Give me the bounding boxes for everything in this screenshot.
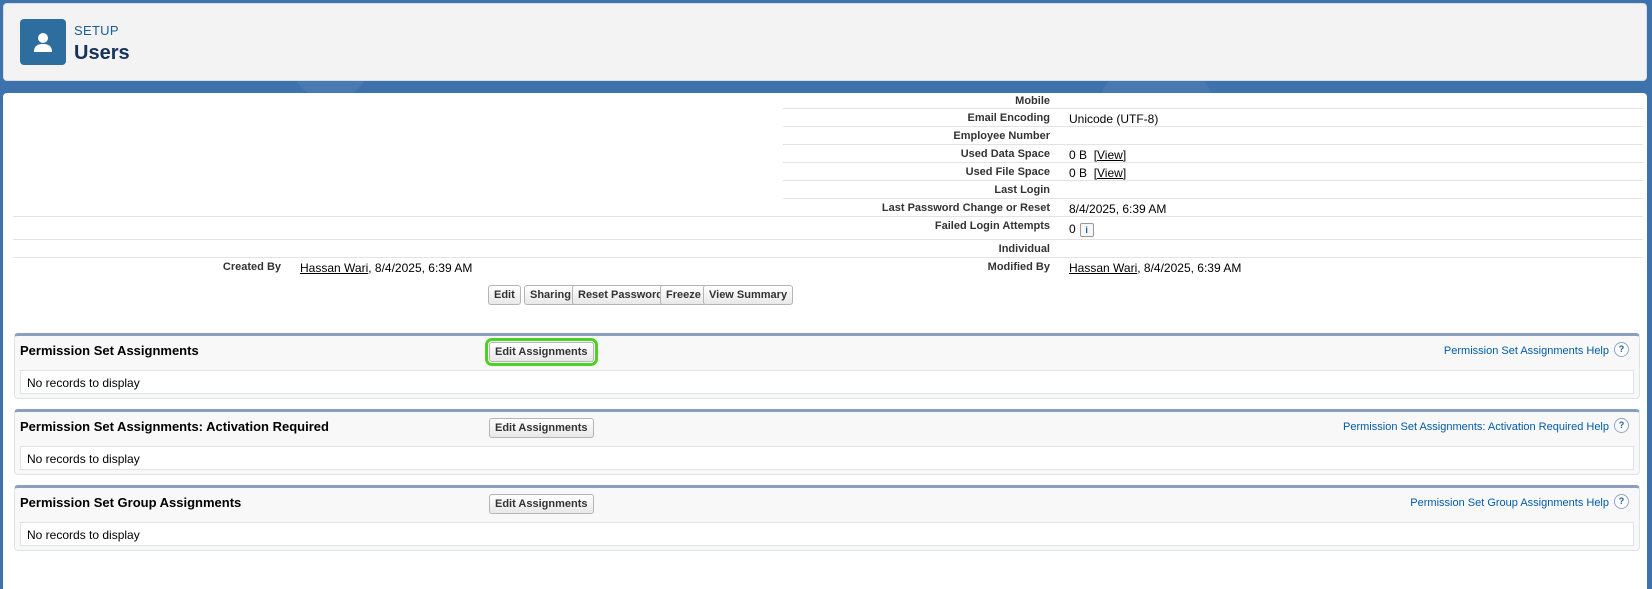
last-password-change-label: Last Password Change or Reset	[881, 202, 1050, 214]
row-divider	[13, 216, 1643, 217]
failed-login-label: Failed Login Attempts	[934, 220, 1050, 232]
row-divider	[783, 144, 1643, 145]
header-eyebrow: SETUP	[74, 23, 119, 38]
no-records-text: No records to display	[27, 376, 140, 390]
no-records-text: No records to display	[27, 452, 140, 466]
no-records-text: No records to display	[27, 528, 140, 542]
created-by-label: Created By	[222, 261, 281, 273]
section-empty-state: No records to display	[20, 370, 1634, 394]
mobile-label: Mobile	[1015, 95, 1050, 107]
permission-set-assignments-section: Permission Set Assignments Edit Assignme…	[14, 333, 1640, 399]
used-data-space-label: Used Data Space	[960, 148, 1050, 160]
failed-login-value: 0i	[1069, 222, 1094, 237]
row-divider	[783, 126, 1643, 127]
failed-login-count: 0	[1069, 222, 1076, 236]
help-icon[interactable]: ?	[1614, 342, 1629, 357]
section-help-link[interactable]: Permission Set Group Assignments Help	[1410, 497, 1609, 509]
row-divider	[13, 239, 1643, 240]
row-divider	[783, 162, 1643, 163]
help-icon[interactable]: ?	[1614, 418, 1629, 433]
modified-by-label: Modified By	[987, 261, 1050, 273]
modified-by-user-link[interactable]: Hassan Wari	[1069, 261, 1137, 275]
used-file-space-value: 0 B [View]	[1069, 166, 1126, 180]
permission-set-group-assignments-section: Permission Set Group Assignments Edit As…	[14, 485, 1640, 551]
individual-label: Individual	[998, 243, 1050, 255]
edit-assignments-button[interactable]: Edit Assignments	[485, 338, 598, 366]
permission-set-activation-section: Permission Set Assignments: Activation R…	[14, 409, 1640, 475]
used-data-space-amount: 0 B	[1069, 148, 1088, 162]
row-divider	[783, 108, 1643, 109]
section-empty-state: No records to display	[20, 446, 1634, 470]
employee-number-label: Employee Number	[953, 130, 1050, 142]
section-title: Permission Set Group Assignments	[20, 495, 242, 510]
help-icon[interactable]: ?	[1614, 494, 1629, 509]
section-empty-state: No records to display	[20, 522, 1634, 546]
view-file-space-link[interactable]: [View]	[1094, 166, 1126, 180]
page-title: Users	[74, 42, 130, 64]
view-summary-button[interactable]: View Summary	[703, 285, 794, 305]
created-by-user-link[interactable]: Hassan Wari	[300, 261, 368, 275]
section-help-link[interactable]: Permission Set Assignments: Activation R…	[1343, 421, 1609, 433]
used-file-space-amount: 0 B	[1069, 166, 1088, 180]
row-divider	[783, 198, 1643, 199]
email-encoding-label: Email Encoding	[967, 112, 1050, 124]
edit-assignments-button[interactable]: Edit Assignments	[489, 494, 594, 514]
view-data-space-link[interactable]: [View]	[1094, 148, 1126, 162]
last-password-change-value: 8/4/2025, 6:39 AM	[1069, 202, 1167, 216]
section-help-link[interactable]: Permission Set Assignments Help	[1444, 345, 1609, 357]
created-by-date: , 8/4/2025, 6:39 AM	[368, 261, 473, 275]
user-detail-panel: Mobile Email Encoding Unicode (UTF-8) Em…	[3, 93, 1647, 589]
edit-assignments-button[interactable]: Edit Assignments	[489, 418, 594, 438]
user-icon	[20, 19, 66, 65]
page-header: SETUP Users	[3, 3, 1647, 81]
modified-by-date: , 8/4/2025, 6:39 AM	[1137, 261, 1242, 275]
row-divider	[13, 257, 1643, 258]
sharing-button[interactable]: Sharing	[524, 285, 577, 305]
row-divider	[783, 180, 1643, 181]
reset-password-button[interactable]: Reset Password	[572, 285, 669, 305]
section-title: Permission Set Assignments: Activation R…	[20, 419, 329, 434]
email-encoding-value: Unicode (UTF-8)	[1069, 112, 1159, 126]
last-login-label: Last Login	[994, 184, 1050, 196]
used-data-space-value: 0 B [View]	[1069, 148, 1126, 162]
used-file-space-label: Used File Space	[965, 166, 1050, 178]
info-icon[interactable]: i	[1079, 222, 1094, 237]
freeze-button[interactable]: Freeze	[660, 285, 707, 305]
modified-by-value: Hassan Wari, 8/4/2025, 6:39 AM	[1069, 261, 1241, 275]
section-title: Permission Set Assignments	[20, 343, 199, 358]
created-by-value: Hassan Wari, 8/4/2025, 6:39 AM	[300, 261, 472, 275]
edit-button[interactable]: Edit	[488, 285, 521, 305]
